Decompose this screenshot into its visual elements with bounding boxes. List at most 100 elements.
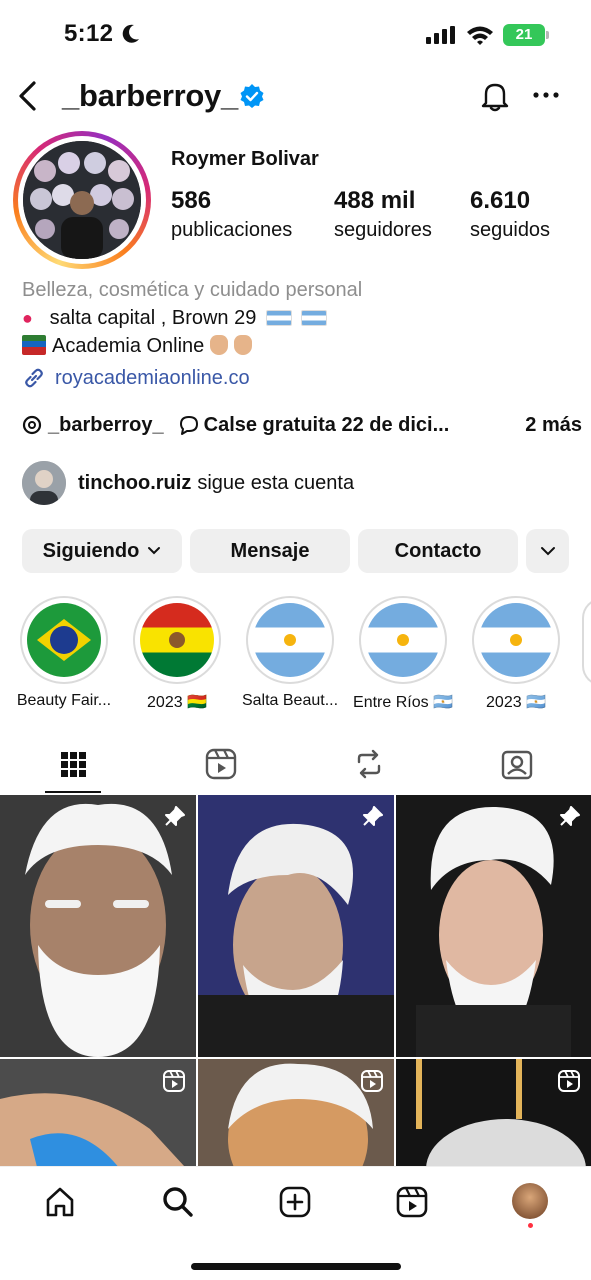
profile-header: _barberroy_ (0, 70, 591, 126)
contact-label: Contacto (394, 539, 482, 562)
status-time: 5:12 (64, 20, 114, 47)
pointing-down-icon (234, 335, 253, 355)
profile-category: Belleza, cosmética y cuidado personal (22, 279, 363, 301)
stat-posts[interactable]: 586 publicaciones (171, 187, 292, 242)
tagged-icon[interactable] (499, 746, 535, 782)
reel-icon (361, 1070, 383, 1092)
post-image (396, 795, 591, 1057)
flag-sun (510, 634, 522, 646)
story-highlight[interactable]: Salta Beaut... (242, 596, 338, 710)
bolivia-flag-image (140, 603, 214, 677)
bio-location-line: ● salta capital , Brown 29 (22, 304, 582, 332)
location-pin-icon: ● (22, 308, 33, 328)
pin-icon (165, 806, 185, 826)
battery-tip (546, 31, 549, 39)
profile-content-tabs (0, 738, 591, 794)
highlight-label: Salta Beaut... (241, 692, 339, 709)
argentina-flag-image (366, 603, 440, 677)
moon-icon (122, 24, 139, 43)
message-button[interactable]: Mensaje (190, 529, 350, 573)
post-image (0, 795, 196, 1057)
follower-text: sigue esta cuenta (197, 471, 355, 494)
stat-posts-label: publicaciones (171, 219, 293, 241)
broadcast-channel-icon (179, 416, 198, 435)
highlight-label: Entre Ríos 🇦🇷 (353, 694, 453, 711)
status-bar: 5:12 21 (0, 0, 591, 70)
battery-indicator: 21 (503, 24, 545, 46)
post-thumbnail[interactable] (198, 795, 394, 1057)
home-indicator (191, 1263, 401, 1270)
profile-extra-links: _barberroy_ Calse gratuita 22 de dici...… (22, 410, 582, 440)
more-options-icon[interactable] (532, 90, 560, 100)
stat-followers[interactable]: 488 mil seguidores (334, 187, 432, 242)
stat-followers-count: 488 mil (334, 187, 416, 214)
argentina-flag-image (253, 603, 327, 677)
profile-link[interactable]: royacademiaonline.co (22, 364, 250, 392)
pointing-down-icon (210, 335, 229, 355)
reels-icon[interactable] (203, 746, 239, 782)
flag-sun (397, 634, 409, 646)
highlight-label: Beauty Fair... (16, 692, 112, 709)
notification-dot (528, 1223, 533, 1228)
stat-followers-label: seguidores (334, 219, 432, 241)
reel-icon (558, 1070, 580, 1092)
create-post-icon[interactable] (278, 1185, 312, 1219)
channel-link[interactable]: Calse gratuita 22 de dici... (204, 414, 450, 437)
contact-button[interactable]: Contacto (358, 529, 518, 573)
profile-link-text[interactable]: royacademiaonline.co (55, 367, 250, 390)
story-highlight[interactable]: 2023 🇧🇴 (132, 596, 222, 712)
notifications-bell-icon[interactable] (480, 80, 510, 112)
flag-emblem (169, 632, 185, 648)
message-label: Mensaje (230, 539, 310, 562)
profile-avatar (23, 141, 141, 259)
back-chevron-icon[interactable] (14, 80, 42, 112)
highlight-ring (133, 596, 221, 684)
story-highlight-partial[interactable] (582, 598, 591, 686)
link-icon (25, 368, 43, 388)
post-thumbnail[interactable] (396, 1059, 591, 1170)
profile-avatar-story-ring[interactable] (13, 131, 151, 269)
cellular-signal-icon (426, 26, 455, 44)
pin-icon (363, 806, 383, 826)
avatar-border (18, 136, 146, 264)
reels-icon[interactable] (395, 1185, 429, 1219)
post-thumbnail[interactable] (0, 795, 196, 1057)
bottom-navigation (0, 1166, 591, 1280)
more-links-button[interactable]: 2 más (525, 414, 582, 437)
post-thumbnail[interactable] (396, 795, 591, 1057)
avatar-image (23, 141, 141, 259)
reposts-icon[interactable] (351, 746, 387, 782)
post-thumbnail[interactable] (0, 1059, 196, 1170)
threads-handle[interactable]: _barberroy_ (48, 414, 164, 437)
story-highlight[interactable]: Beauty Fair... (17, 596, 111, 710)
wifi-icon (467, 26, 493, 45)
stat-following-label: seguidos (470, 219, 551, 241)
stat-following-count: 6.610 (470, 187, 531, 214)
story-highlight[interactable]: 2023 🇦🇷 (471, 596, 561, 712)
highlight-ring (359, 596, 447, 684)
stat-following[interactable]: 6.610 seguidos (470, 187, 550, 242)
pin-icon (560, 806, 580, 826)
story-highlight[interactable]: Entre Ríos 🇦🇷 (353, 596, 453, 712)
stat-posts-count: 586 (171, 187, 212, 214)
header-username: _barberroy_ (62, 78, 238, 113)
highlight-ring (246, 596, 334, 684)
bio-location-text: salta capital , Brown 29 (49, 307, 257, 329)
posts-grid (0, 795, 591, 1170)
argentina-flag-icon (301, 310, 328, 326)
profile-bio: Belleza, cosmética y cuidado personal ● … (22, 276, 582, 360)
bio-academy-line: Academia Online (22, 332, 582, 360)
highlight-ring (20, 596, 108, 684)
home-icon[interactable] (43, 1185, 77, 1219)
followed-by-row[interactable]: tinchoo.ruiz sigue esta cuenta (22, 460, 354, 506)
reel-icon (163, 1070, 185, 1092)
following-button[interactable]: Siguiendo (22, 529, 182, 573)
suggested-accounts-button[interactable] (526, 529, 569, 573)
verified-badge-icon (240, 84, 264, 108)
grid-icon[interactable] (55, 746, 91, 782)
argentina-flag-image (479, 603, 553, 677)
post-thumbnail[interactable] (198, 1059, 394, 1170)
books-icon (22, 335, 46, 355)
profile-tab-avatar[interactable] (512, 1183, 548, 1219)
search-icon[interactable] (161, 1185, 195, 1219)
